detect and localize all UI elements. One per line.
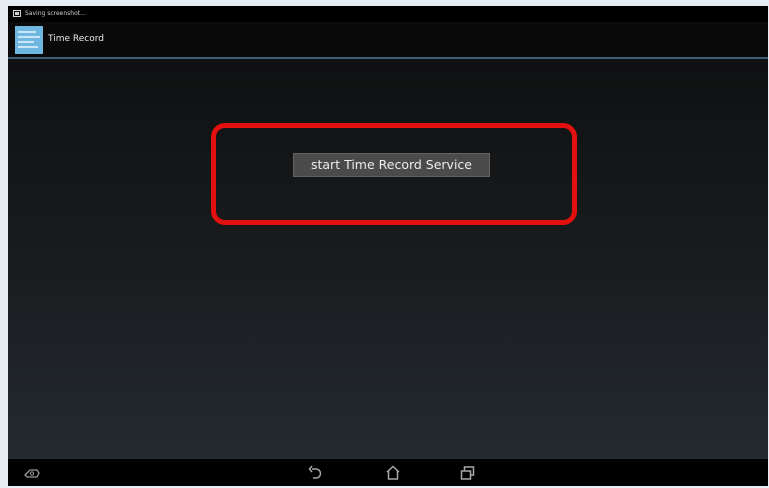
action-bar: Time Record xyxy=(8,22,768,59)
start-service-button[interactable]: start Time Record Service xyxy=(293,153,490,177)
back-icon[interactable] xyxy=(306,463,326,483)
app-launcher-icon[interactable] xyxy=(15,26,43,54)
screenshot-icon[interactable] xyxy=(22,463,42,483)
recent-apps-icon[interactable] xyxy=(458,463,478,483)
app-title: Time Record xyxy=(48,34,104,44)
screenshot-icon xyxy=(13,10,21,17)
notification-text: Saving screenshot... xyxy=(25,10,86,17)
home-icon[interactable] xyxy=(383,463,403,483)
device-screen: Saving screenshot... Time Record start T… xyxy=(8,6,768,486)
navigation-bar xyxy=(8,459,768,486)
status-bar: Saving screenshot... xyxy=(8,6,768,22)
main-content: start Time Record Service xyxy=(8,59,768,459)
